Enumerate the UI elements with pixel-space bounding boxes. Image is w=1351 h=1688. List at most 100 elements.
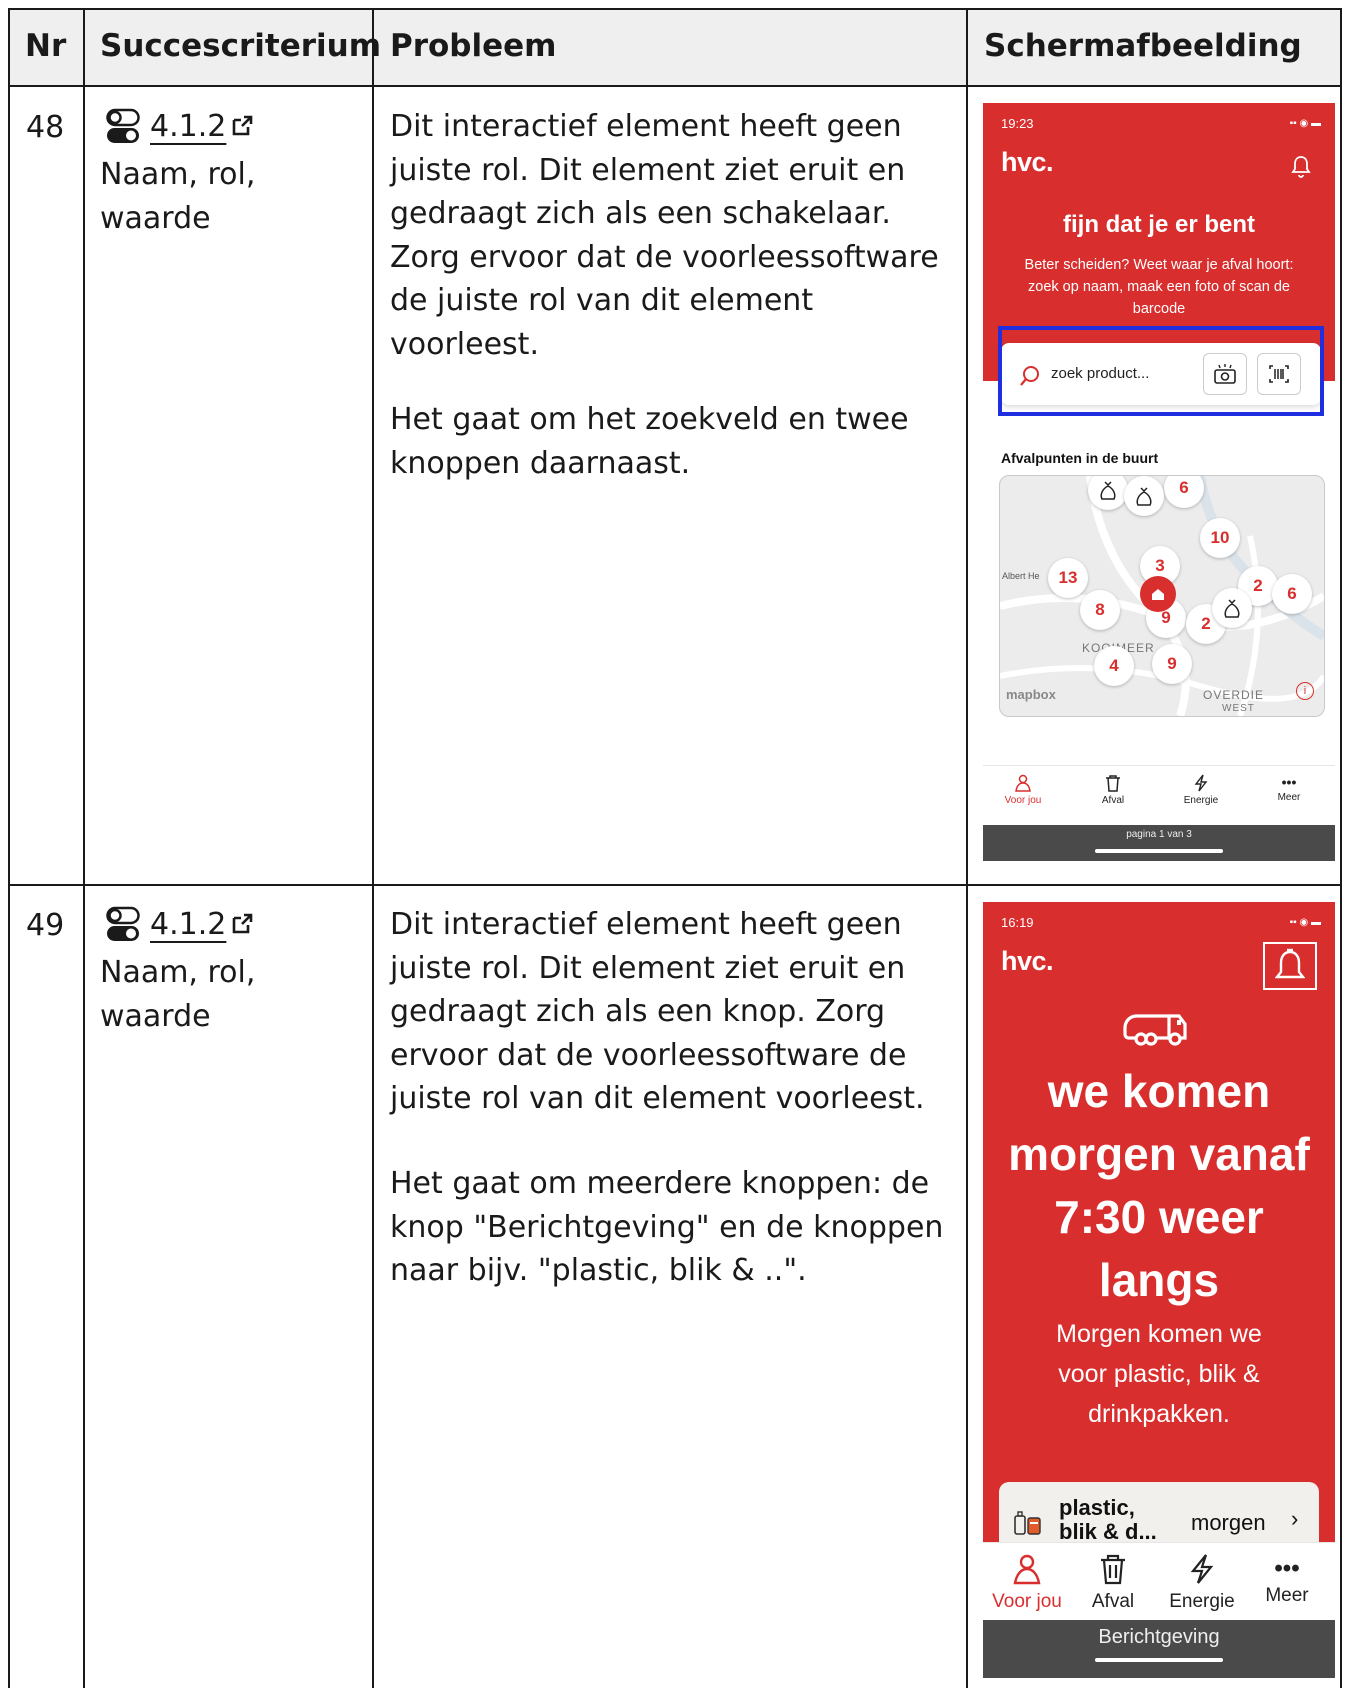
toggle-icon	[106, 906, 140, 941]
berichtgeving-button[interactable]: Berichtgeving	[983, 1626, 1335, 1649]
more-icon: •••	[1281, 774, 1297, 790]
map-pin[interactable]: 13	[1048, 558, 1088, 598]
status-icons: ▪▪ ◉ ▬	[1289, 917, 1321, 928]
map-district-label: OVERDIE	[1203, 688, 1265, 702]
focus-highlight	[998, 326, 1324, 416]
screenshot-row-49: 16:19 ▪▪ ◉ ▬ hvc. we komen morgen vanaf …	[983, 902, 1335, 1678]
page-indicator-bar: pagina 1 van 3	[983, 825, 1335, 861]
person-icon	[1015, 774, 1031, 792]
bag-pin[interactable]	[1212, 588, 1252, 628]
bin-bag-icon	[1100, 481, 1116, 500]
nav-afval[interactable]: Afval	[1083, 774, 1143, 806]
map-pin[interactable]: 4	[1094, 646, 1134, 686]
map-street-label: Albert He	[1002, 571, 1040, 581]
row-number: 48	[26, 110, 65, 145]
table-border-top	[8, 8, 1342, 10]
nav-meer[interactable]: ••• Meer	[1259, 774, 1319, 803]
external-link-icon	[233, 913, 253, 934]
status-time: 16:19	[1001, 915, 1034, 930]
bin-bag-icon	[1224, 599, 1240, 618]
col-divider-3	[966, 8, 968, 1688]
map-pin[interactable]: 10	[1200, 518, 1240, 558]
nav-label: Voor jou	[992, 1591, 1062, 1612]
header-screenshot: Schermafbeelding	[984, 28, 1302, 64]
headline: we komen morgen vanaf 7:30 weer langs	[1008, 1065, 1310, 1306]
nav-label: Afval	[1091, 1591, 1135, 1612]
criterion-link[interactable]: 4.1.2	[150, 907, 226, 942]
criterion-link[interactable]: 4.1.2	[150, 109, 226, 144]
nav-label: Energie	[1183, 795, 1219, 806]
bottle-can-icon	[1014, 1511, 1041, 1535]
bag-pin[interactable]	[1124, 476, 1164, 516]
toggle-icon	[106, 108, 140, 143]
home-indicator	[1095, 1658, 1223, 1662]
header-divider	[8, 85, 1342, 87]
problem-text: Dit interactief element heeft geen juist…	[390, 907, 925, 1116]
nav-label: Meer	[1277, 792, 1301, 803]
map-pin[interactable]: 9	[1152, 644, 1192, 684]
intro-text: Beter scheiden? Weet waar je afval hoort…	[1024, 257, 1294, 317]
nav-afval[interactable]: Afval	[1073, 1553, 1153, 1613]
criterion-ref: 4.1.2	[106, 108, 255, 144]
subtext: Morgen komen we voor plastic, blik & dri…	[1056, 1320, 1262, 1428]
nav-label: Meer	[1265, 1585, 1309, 1606]
header-nr: Nr	[25, 28, 67, 64]
map-district-sublabel: WEST	[1222, 703, 1255, 714]
more-icon: •••	[1274, 1555, 1300, 1582]
nav-voor-jou[interactable]: Voor jou	[993, 774, 1053, 806]
table-border-right	[1340, 8, 1342, 1688]
map[interactable]: Albert He KOOIMEER OVERDIE WEST mapbox i…	[999, 475, 1325, 717]
map-pin[interactable]: 6	[1272, 574, 1312, 614]
screenshot-row-48: 19:23 ▪▪ ◉ ▬ hvc. fijn dat je er bent Be…	[983, 103, 1335, 861]
criterion-name: Naam, rol, waarde	[100, 955, 256, 1034]
nav-label: Energie	[1169, 1591, 1235, 1612]
header-problem: Probleem	[390, 28, 557, 64]
problem-detail: Het gaat om meerdere knoppen: de knop "B…	[390, 1166, 944, 1288]
info-icon[interactable]: i	[1296, 682, 1314, 700]
nav-energie[interactable]: Energie	[1157, 1553, 1247, 1613]
berichtgeving-bar[interactable]: Berichtgeving	[983, 1620, 1335, 1678]
chevron-right-icon: ›	[1291, 1506, 1299, 1531]
map-pin[interactable]: 8	[1080, 590, 1120, 630]
card-title: plastic, blik & d...	[1059, 1495, 1157, 1544]
row-divider	[8, 884, 1342, 886]
home-pin[interactable]	[1140, 576, 1176, 612]
table-border-left	[8, 8, 10, 1688]
trash-icon	[1101, 1554, 1125, 1585]
col-divider-2	[372, 8, 374, 1688]
home-indicator	[1095, 849, 1223, 853]
lightning-icon	[1194, 774, 1208, 792]
notification-button[interactable]	[1263, 942, 1317, 990]
nav-energie[interactable]: Energie	[1171, 774, 1231, 806]
mapbox-logo: mapbox	[1006, 687, 1056, 702]
col-divider-1	[83, 8, 85, 1688]
header-criterion: Succescriterium	[100, 28, 382, 64]
home-icon	[1152, 589, 1164, 600]
person-icon	[1013, 1554, 1041, 1585]
nav-meer[interactable]: ••• Meer	[1247, 1553, 1327, 1607]
brand-logo: hvc.	[1001, 946, 1054, 976]
nav-label: Afval	[1101, 795, 1125, 806]
nav-label: Voor jou	[1004, 795, 1042, 806]
bell-icon	[1275, 948, 1305, 979]
trash-icon	[1106, 775, 1120, 792]
section-title: Afvalpunten in de buurt	[1001, 450, 1159, 466]
greeting: fijn dat je er bent	[1062, 211, 1256, 238]
bottom-nav: Voor jou Afval Energie ••• Meer	[983, 765, 1335, 824]
page-indicator: pagina 1 van 3	[1126, 829, 1192, 840]
bin-bag-icon	[1136, 487, 1152, 506]
criterion-ref: 4.1.2	[106, 906, 255, 942]
problem-text: Dit interactief element heeft geen juist…	[390, 109, 939, 362]
brand-logo: hvc.	[1001, 147, 1054, 177]
bell-icon[interactable]	[1291, 155, 1311, 179]
status-icons: ▪▪ ◉ ▬	[1289, 118, 1321, 129]
row-number: 49	[26, 908, 65, 943]
external-link-icon	[233, 115, 253, 136]
lightning-icon	[1190, 1554, 1214, 1584]
nav-voor-jou[interactable]: Voor jou	[987, 1553, 1067, 1613]
problem-detail: Het gaat om het zoekveld en twee knoppen…	[390, 402, 909, 481]
card-date: morgen	[1191, 1510, 1266, 1535]
status-time: 19:23	[1001, 116, 1034, 131]
criterion-name: Naam, rol, waarde	[100, 157, 256, 236]
truck-icon	[1123, 1014, 1187, 1046]
